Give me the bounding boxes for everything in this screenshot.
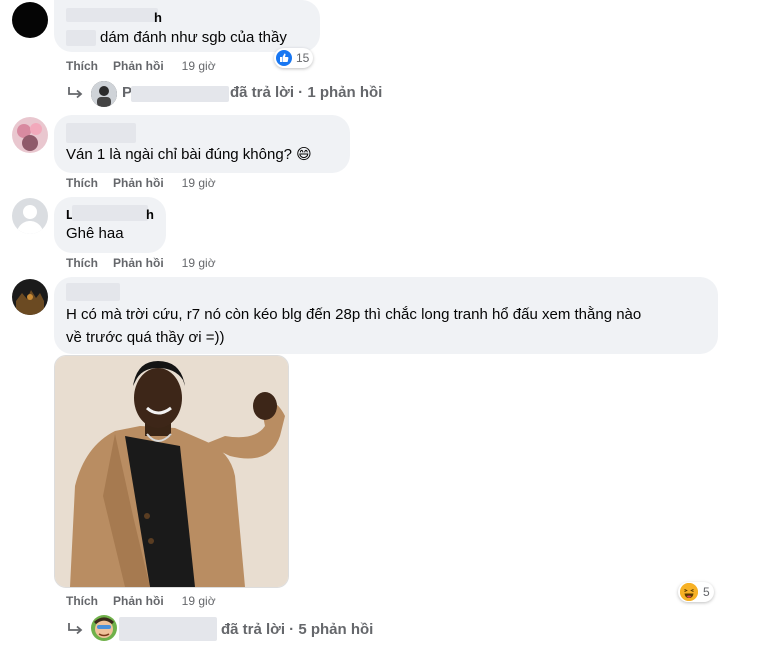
reaction-summary[interactable]: 15 [274,48,314,68]
comment-text-line1: H có mà trời cứu, r7 nó còn kéo blg đến … [66,306,642,323]
reaction-count: 15 [296,51,310,65]
reply-button[interactable]: Phản hồi [113,176,164,190]
reply-summary-text[interactable]: đã trả lời · 1 phản hồi [230,84,382,101]
reaction-count: 5 [703,585,710,599]
comment-actions: Thích Phản hồi 19 giờ [66,594,216,608]
comment-text: Ván 1 là ngài chỉ bài đúng không? 😄 [66,146,312,163]
comment-text: dám đánh như sgb của thầy [100,29,287,46]
avatar[interactable] [12,198,48,234]
redacted-text [66,30,96,46]
reply-arrow-icon [66,622,84,641]
reply-button[interactable]: Phản hồi [113,256,164,270]
reply-avatar[interactable] [91,615,117,641]
avatar[interactable] [12,117,48,153]
author-name-fragment: h [146,207,154,222]
like-icon [276,50,292,66]
reply-arrow-icon [66,86,84,105]
comment-actions: Thích Phản hồi 19 giờ [66,256,216,270]
haha-icon [680,583,698,601]
avatar[interactable] [12,279,48,315]
timestamp[interactable]: 19 giờ [182,59,216,73]
timestamp[interactable]: 19 giờ [182,594,216,608]
redacted-author-name [66,283,120,301]
comment-image[interactable] [54,355,289,588]
timestamp[interactable]: 19 giờ [182,256,216,270]
like-button[interactable]: Thích [66,176,98,190]
reply-button[interactable]: Phản hồi [113,594,164,608]
avatar[interactable] [12,2,48,38]
author-name-fragment: h [154,10,162,25]
timestamp[interactable]: 19 giờ [182,176,216,190]
like-button[interactable]: Thích [66,59,98,73]
reaction-summary[interactable]: 5 [678,582,714,602]
redacted-reply-author [131,86,229,102]
like-button[interactable]: Thích [66,256,98,270]
reply-button[interactable]: Phản hồi [113,59,164,73]
redacted-author-name [72,205,148,221]
redacted-author-name [66,123,136,143]
comment-actions: Thích Phản hồi 19 giờ [66,176,216,190]
comment-text-line2: về trước quá thầy ơi =)) [66,329,225,346]
reply-avatar[interactable] [91,81,117,107]
like-button[interactable]: Thích [66,594,98,608]
comment-actions: Thích Phản hồi 19 giờ [66,59,216,73]
reply-summary-text[interactable]: đã trả lời · 5 phản hồi [221,621,373,638]
redacted-reply-author [119,617,217,641]
comment-text: Ghê haa [66,225,124,242]
redacted-author-name [66,8,158,22]
